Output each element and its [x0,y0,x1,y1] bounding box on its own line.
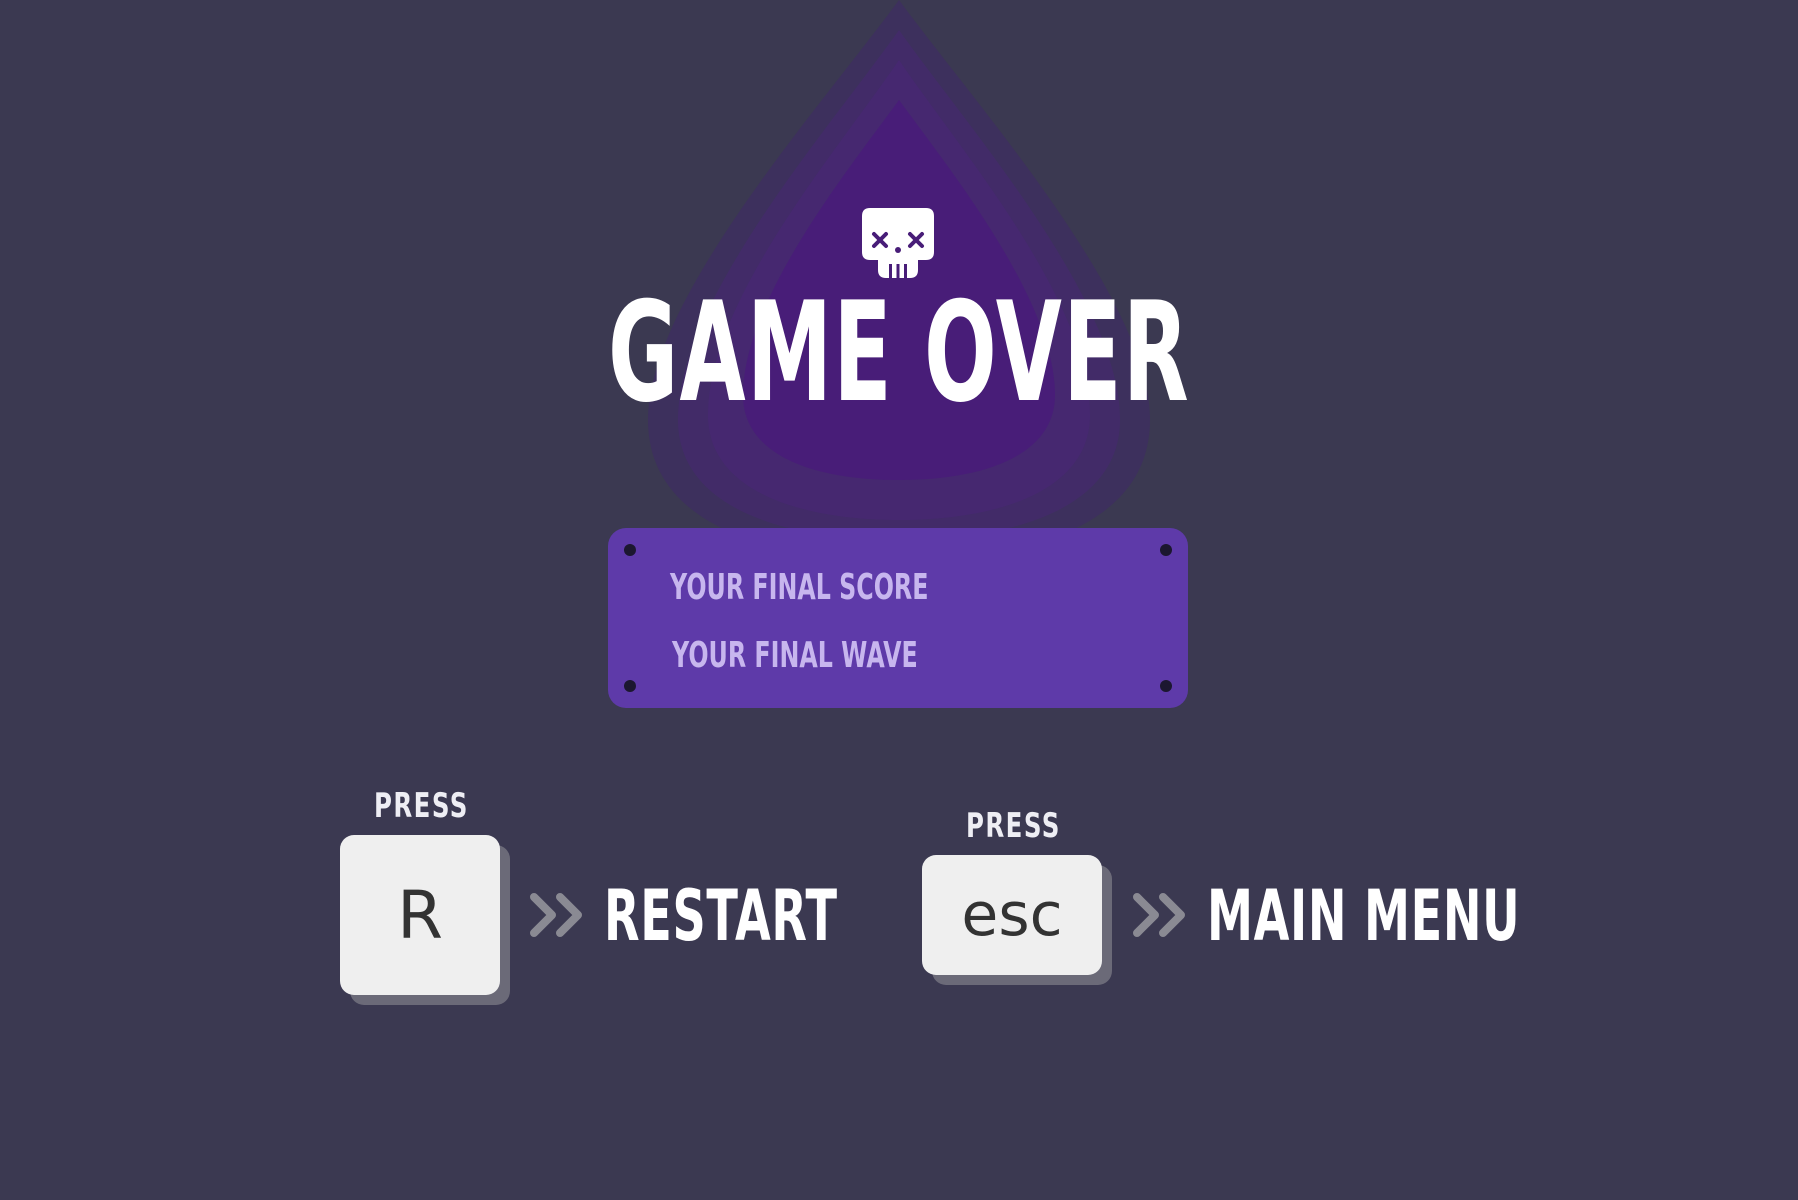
menu-press-label: PRESS [966,806,1061,846]
restart-action-label: RESTART [604,875,838,957]
game-over-screen: GAME OVER YOUR FINAL SCORE YOUR FINAL WA… [0,0,1798,1200]
r-key[interactable]: R [340,835,500,995]
panel-bolt [624,544,636,556]
esc-key[interactable]: esc [922,855,1102,975]
final-wave-label: YOUR FINAL WAVE [672,635,918,676]
panel-bolt [624,680,636,692]
chevron-right-icon [530,893,582,937]
panel-bolt [1160,544,1172,556]
final-score-label: YOUR FINAL SCORE [670,567,929,608]
stats-panel: YOUR FINAL SCORE YOUR FINAL WAVE [608,528,1188,708]
game-over-title: GAME OVER [608,272,1190,433]
main-menu-action-label: MAIN MENU [1207,875,1521,957]
chevron-right-icon [1133,893,1185,937]
restart-press-label: PRESS [374,786,469,826]
skull-icon [862,208,934,278]
panel-bolt [1160,680,1172,692]
